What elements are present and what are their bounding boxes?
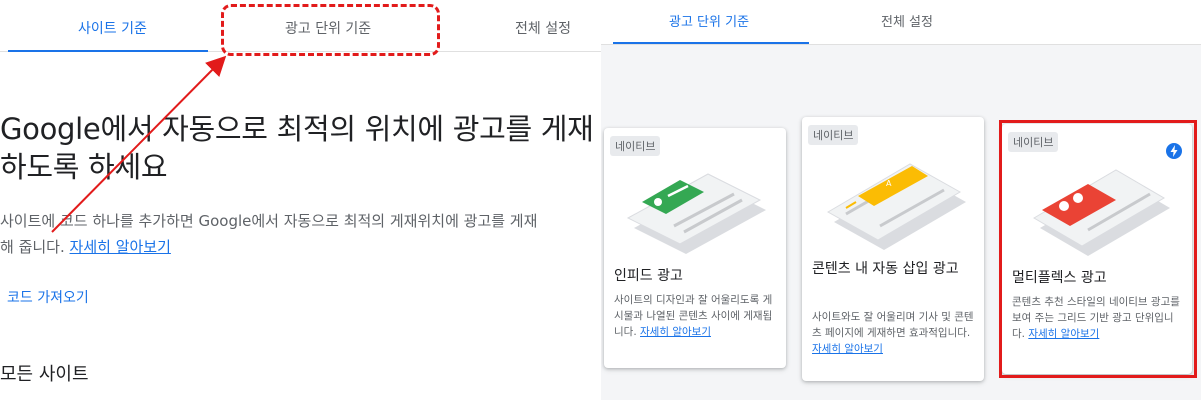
- learn-more-link[interactable]: 자세히 알아보기: [70, 238, 171, 256]
- tab-site-based[interactable]: 사이트 기준: [78, 0, 147, 52]
- tab-ad-unit-based-active[interactable]: 광고 단위 기준: [669, 0, 749, 45]
- active-tab-indicator: [8, 50, 208, 52]
- in-article-illustration: A: [826, 163, 966, 250]
- all-sites-heading: 모든 사이트: [0, 364, 89, 385]
- active-tab-indicator-right: [613, 42, 809, 44]
- native-badge: 네이티브: [610, 136, 661, 156]
- page-headline: Google에서 자동으로 최적의 위치에 광고를 게재 하도록 하세요: [0, 110, 601, 186]
- tab-global-settings[interactable]: 전체 설정: [515, 0, 571, 52]
- in-article-card-title: 콘텐츠 내 자동 삽입 광고: [812, 261, 959, 277]
- native-badge: 네이티브: [808, 125, 859, 145]
- in-article-desc-text: 사이트와도 잘 어울리며 기사 및 콘텐츠 페이지에 게재하면 효과적입니다.: [812, 311, 974, 339]
- headline-line-1: Google에서 자동으로 최적의 위치에 광고를 게재: [0, 112, 594, 146]
- annotation-arrow: [51, 55, 227, 233]
- description-line-2: 해 줍니다. 자세히 알아보기: [0, 234, 601, 260]
- right-tab-bar: 광고 단위 기준 전체 설정: [601, 0, 1201, 45]
- description-line-1: 사이트에 코드 하나를 추가하면 Google에서 자동으로 최적의 게재위치에…: [0, 212, 538, 230]
- in-article-card-description: 사이트와도 잘 어울리며 기사 및 콘텐츠 페이지에 게재하면 효과적입니다. …: [812, 309, 977, 357]
- multiplex-highlight-annotation: [999, 120, 1197, 378]
- tab-global-settings-right[interactable]: 전체 설정: [881, 0, 933, 45]
- right-panel: 광고 단위 기준 전체 설정 네이티브 인피드 광고 사이트의 디자인과 잘 어…: [601, 0, 1201, 400]
- infeed-ad-card[interactable]: 네이티브 인피드 광고 사이트의 디자인과 잘 어울리도록 게시물과 나열된 콘…: [604, 128, 786, 368]
- dashed-highlight-annotation: [221, 4, 440, 56]
- headline-line-2: 하도록 하세요: [0, 150, 168, 184]
- left-panel: 사이트 기준 광고 단위 기준 전체 설정 Google에서 자동으로 최적의 …: [0, 0, 601, 400]
- get-code-link[interactable]: 코드 가져오기: [7, 287, 89, 307]
- infeed-learn-more-link[interactable]: 자세히 알아보기: [640, 326, 711, 338]
- description-line-2-text: 해 줍니다.: [0, 238, 65, 256]
- in-article-learn-more-link[interactable]: 자세히 알아보기: [812, 343, 883, 355]
- svg-text:A: A: [886, 179, 892, 188]
- infeed-card-description: 사이트의 디자인과 잘 어울리도록 게시물과 나열된 콘텐츠 사이에 게재됩니다…: [614, 292, 779, 340]
- infeed-card-title: 인피드 광고: [614, 268, 683, 284]
- in-article-ad-card[interactable]: 네이티브 A 콘텐츠 내 자동 삽입 광고 사이트와도 잘 어울리며 기사 및 …: [802, 117, 984, 381]
- infeed-illustration: [626, 173, 766, 254]
- page-description: 사이트에 코드 하나를 추가하면 Google에서 자동으로 최적의 게재위치에…: [0, 208, 601, 260]
